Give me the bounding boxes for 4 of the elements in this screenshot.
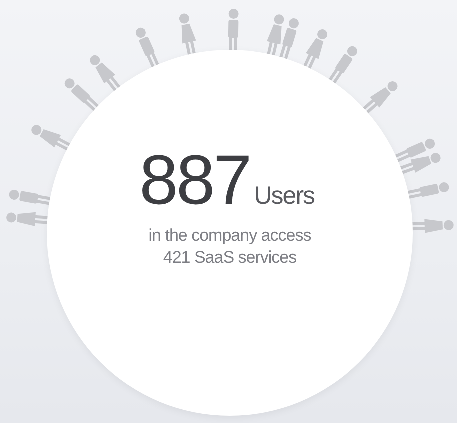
user-unit: Users xyxy=(254,182,315,211)
user-count: 887 xyxy=(139,145,250,215)
description-text: 421 SaaS services xyxy=(163,247,297,269)
description-text: in the company access xyxy=(148,225,312,247)
